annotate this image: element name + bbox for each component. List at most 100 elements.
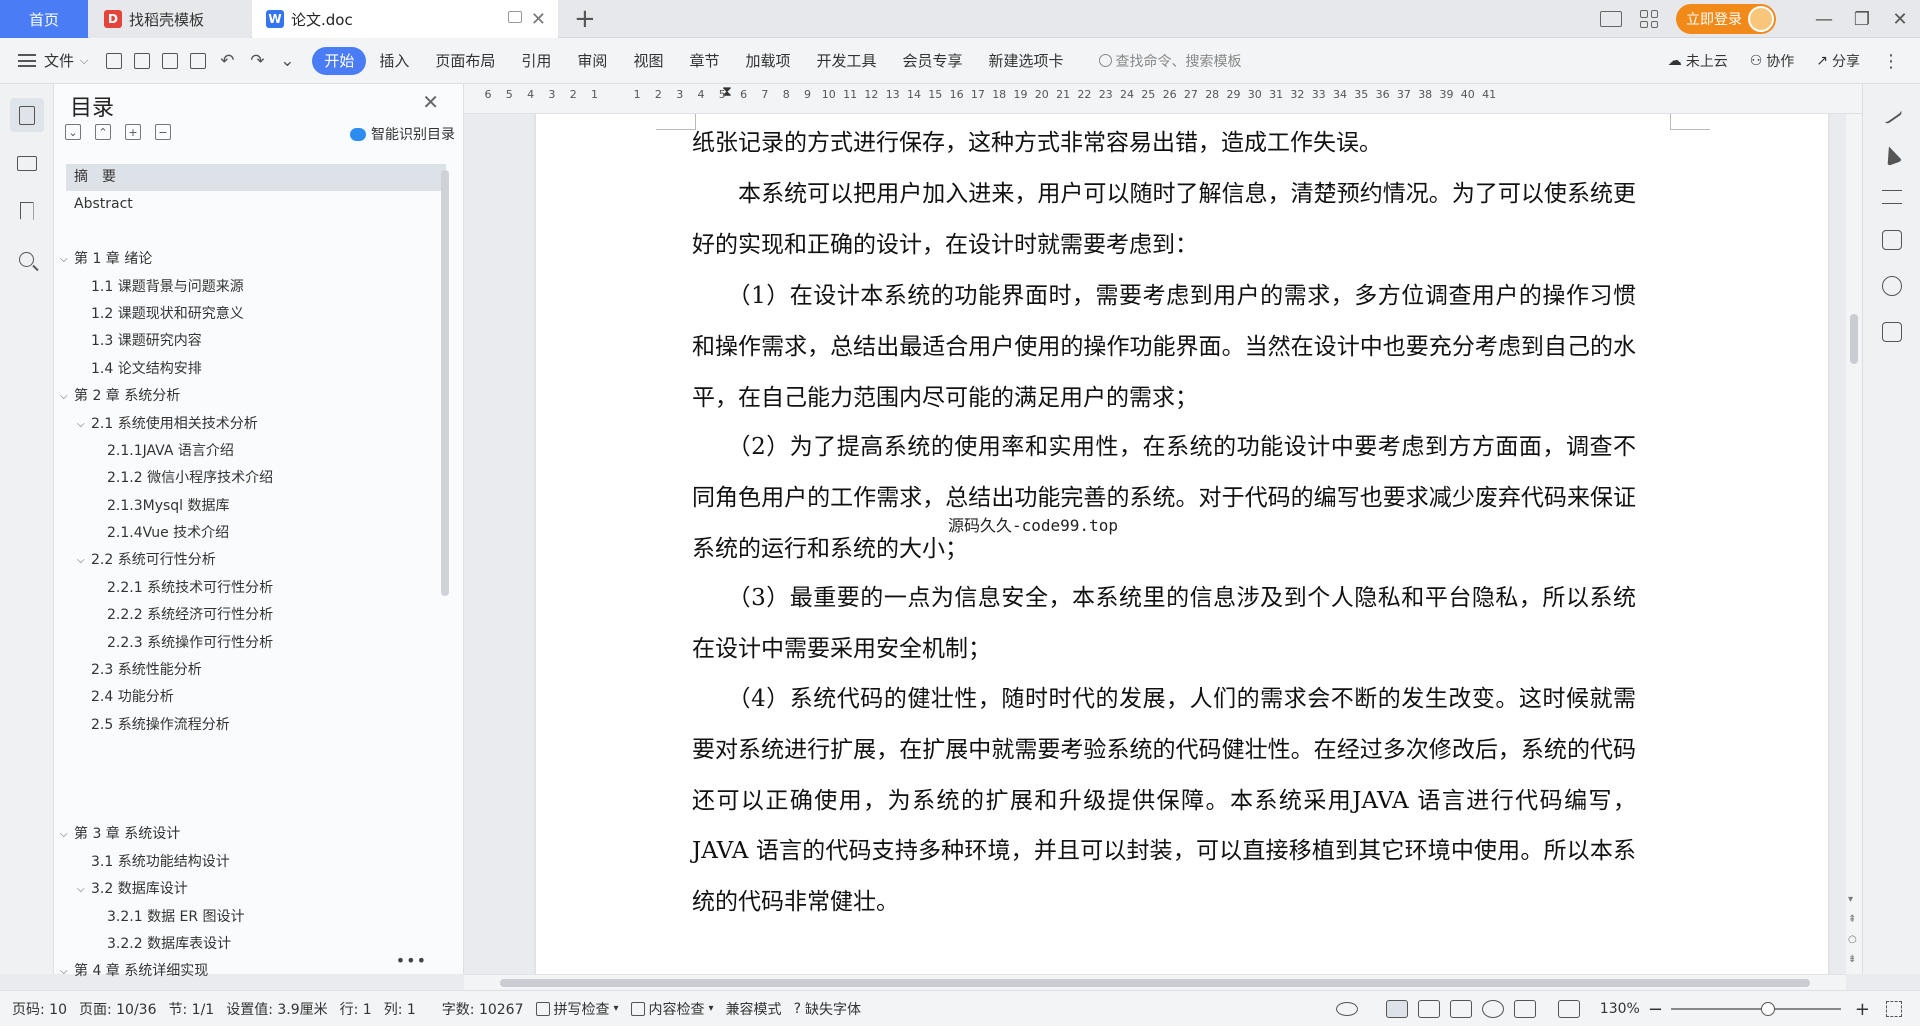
redo-icon[interactable]: ↷ [248, 51, 266, 71]
quick-access-dropdown-icon[interactable]: ⌄ [278, 51, 296, 71]
content-check-button[interactable]: 内容检查 ▾ [630, 999, 714, 1019]
vertical-scrollbar[interactable]: ▾ ⇞ ○ ⇟ [1846, 114, 1862, 974]
toc-item[interactable] [66, 767, 446, 794]
status-pages[interactable]: 页面: 10/36 [79, 999, 157, 1019]
toc-item[interactable]: 摘 要 [66, 164, 446, 192]
toc-item[interactable] [66, 739, 446, 766]
collab-button[interactable]: ⚇ 协作 [1750, 51, 1795, 71]
prev-page-icon[interactable]: ⇞ [1848, 914, 1856, 925]
export-pdf-icon[interactable] [134, 52, 151, 69]
login-button[interactable]: 立即登录 [1676, 4, 1776, 34]
zoom-level[interactable]: 130% [1600, 1001, 1640, 1017]
horizontal-ruler[interactable]: ⧗ 6 5 4 3 2 1 1 2 3 4 5 6 7 8 9 10 11 12 13 14 15 16 17 18 19 20 2… [464, 84, 1862, 114]
new-tab-plus-icon[interactable]: + [574, 4, 596, 34]
ribbon-tab-section[interactable]: 章节 [676, 47, 732, 75]
sliders-icon[interactable] [1881, 190, 1902, 204]
toc-item[interactable]: 2.5 系统操作流程分析 [66, 712, 446, 739]
chevron-down-icon[interactable]: ⌵ [77, 411, 85, 438]
toc-item[interactable]: 2.1.3Mysql 数据库 [66, 493, 446, 520]
vertical-scroll-thumb[interactable] [1850, 314, 1858, 364]
compat-mode[interactable]: 兼容模式 [726, 999, 782, 1019]
status-word-count[interactable]: 字数: 10267 [442, 999, 524, 1019]
cloud-status[interactable]: ☁ 未上云 [1668, 51, 1728, 71]
toc-scrollbar[interactable] [441, 170, 449, 596]
chevron-down-icon[interactable]: ⌵ [60, 246, 68, 273]
toc-item[interactable]: Abstract [66, 191, 446, 218]
hamburger-menu-icon[interactable] [18, 54, 36, 67]
file-menu[interactable]: 文件 [44, 50, 74, 71]
ribbon-tab-layout[interactable]: 页面布局 [422, 47, 508, 75]
chevron-down-icon[interactable]: ⌵ [60, 821, 68, 848]
remove-heading-icon[interactable]: − [155, 124, 171, 140]
toc-item[interactable]: 1.4 论文结构安排 [66, 356, 446, 383]
add-heading-icon[interactable]: + [125, 124, 141, 140]
toc-item[interactable]: 1.2 课题现状和研究意义 [66, 301, 446, 328]
nav-chapter-button[interactable] [10, 146, 44, 180]
print-icon[interactable] [162, 52, 179, 69]
zoom-slider-knob[interactable] [1760, 1002, 1775, 1016]
toc-item[interactable]: ⌵ 第 1 章 绪论 [60, 246, 446, 273]
window-layout-icon[interactable] [1600, 11, 1622, 27]
print-preview-icon[interactable] [190, 52, 207, 69]
toc-item[interactable]: 1.3 课题研究内容 [66, 328, 446, 355]
toc-item[interactable]: 2.1.4Vue 技术介绍 [66, 520, 446, 547]
minimize-icon[interactable]: — [1806, 9, 1842, 30]
tab-float-icon[interactable] [508, 11, 522, 23]
assistant-icon[interactable] [1881, 276, 1902, 296]
ribbon-tab-new[interactable]: 新建选项卡 [976, 47, 1077, 75]
web-view-icon[interactable] [1481, 1000, 1504, 1018]
zoom-out-icon[interactable]: − [1648, 999, 1663, 1020]
collapse-all-icon[interactable]: ⌃ [95, 124, 111, 140]
ribbon-tab-developer[interactable]: 开发工具 [803, 47, 889, 75]
toc-item[interactable]: 2.3 系统性能分析 [66, 657, 446, 684]
more-vertical-icon[interactable]: ⋮ [1882, 51, 1900, 72]
toc-item[interactable]: ⌵ 第 3 章 系统设计 [60, 821, 446, 848]
spell-check-button[interactable]: 拼写检查 ▾ [535, 999, 619, 1019]
toc-item[interactable]: 3.2.2 数据库表设计 [66, 931, 446, 958]
page-view-icon[interactable] [1385, 1000, 1408, 1018]
toc-item[interactable] [66, 219, 446, 246]
toc-item[interactable]: 3.1 系统功能结构设计 [66, 849, 446, 876]
book-icon[interactable] [1881, 322, 1902, 342]
cursor-icon[interactable] [1880, 143, 1903, 167]
scroll-down-icon[interactable]: ▾ [1848, 894, 1853, 905]
horizontal-scroll-thumb[interactable] [500, 979, 1810, 987]
toc-item[interactable]: ⌵ 第 4 章 系统详细实现 [60, 958, 446, 985]
image-edit-icon[interactable] [1881, 230, 1902, 250]
toc-item[interactable]: ⌵ 2.2 系统可行性分析 [66, 547, 446, 574]
ribbon-tab-references[interactable]: 引用 [508, 47, 564, 75]
chevron-down-icon[interactable]: ⌵ [80, 54, 88, 68]
restore-icon[interactable]: ❐ [1844, 9, 1880, 30]
command-search[interactable]: 查找命令、搜索模板 [1098, 51, 1242, 71]
toc-item[interactable]: 2.1.2 微信小程序技术介绍 [66, 465, 446, 492]
next-page-icon[interactable]: ⇟ [1848, 954, 1856, 965]
select-browse-icon[interactable]: ○ [1848, 934, 1857, 945]
toc-item[interactable] [66, 794, 446, 821]
reading-view-icon[interactable] [1449, 1000, 1472, 1018]
chevron-down-icon[interactable]: ⌵ [60, 958, 68, 985]
toc-item[interactable]: 2.2.2 系统经济可行性分析 [66, 602, 446, 629]
tab-home[interactable]: 首页 [0, 0, 88, 38]
tab-document[interactable]: W 论文.doc ✕ [252, 0, 558, 38]
undo-icon[interactable]: ↶ [218, 51, 236, 71]
outline-view-icon[interactable] [1417, 1000, 1440, 1018]
tab-template[interactable]: D 找稻壳模板 [90, 0, 250, 38]
ribbon-tab-view[interactable]: 视图 [620, 47, 676, 75]
write-mode-icon[interactable] [1513, 1000, 1536, 1018]
ribbon-tab-insert[interactable]: 插入 [366, 47, 422, 75]
share-button[interactable]: ↗ 分享 [1816, 51, 1860, 71]
nav-toc-button[interactable] [9, 98, 44, 132]
status-page-num[interactable]: 页码: 10 [12, 999, 67, 1019]
chevron-down-icon[interactable]: ⌵ [77, 547, 85, 574]
nav-bookmark-button[interactable] [10, 194, 44, 228]
tab-close-icon[interactable]: ✕ [531, 9, 546, 30]
close-icon[interactable]: ✕ [422, 90, 439, 114]
ribbon-tab-member[interactable]: 会员专享 [890, 47, 976, 75]
toc-item[interactable]: 2.2.3 系统操作可行性分析 [66, 630, 446, 657]
apps-grid-icon[interactable] [1640, 10, 1658, 28]
fullscreen-icon[interactable] [1886, 1001, 1902, 1017]
toc-item[interactable]: ⌵ 第 2 章 系统分析 [60, 383, 446, 410]
eye-protection-icon[interactable] [1335, 1002, 1358, 1016]
chevron-down-icon[interactable]: ⌵ [60, 383, 68, 410]
toc-item[interactable]: 1.1 课题背景与问题来源 [66, 274, 446, 301]
